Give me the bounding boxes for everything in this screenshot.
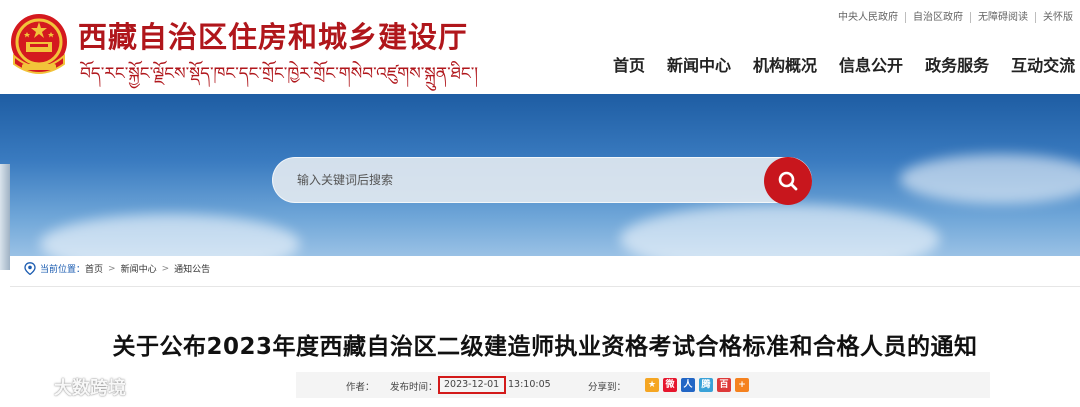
cloud-decoration (900, 154, 1080, 204)
breadcrumb-home[interactable]: 首页 (85, 262, 103, 275)
baidu-icon[interactable]: 百 (717, 378, 731, 392)
share-label: 分享到： (588, 382, 627, 393)
nav-item-news-center[interactable]: 新闻中心 (667, 52, 731, 76)
national-emblem-icon (11, 14, 67, 74)
watermark: 大数跨境 (10, 374, 126, 400)
nav-item-info-disclosure[interactable]: 信息公开 (839, 52, 903, 76)
tencent-weibo-icon[interactable]: 腾 (699, 378, 713, 392)
top-link-central-government[interactable]: 中央人民政府 (831, 12, 905, 23)
article-content: 当前位置： 首页 > 新闻中心 > 通知公告 关于公布2023年度西藏自治区二级… (10, 256, 1080, 407)
site-title: 西藏自治区住房和城乡建设厅 (78, 20, 469, 54)
location-pin-icon (24, 262, 36, 275)
nav-item-home[interactable]: 首页 (613, 52, 645, 76)
top-links: 中央人民政府 自治区政府 无障碍阅读 关怀版 (831, 10, 1080, 24)
breadcrumb-separator: > (161, 263, 170, 274)
divider (10, 286, 1080, 287)
building-decoration (0, 164, 10, 270)
sky-banner (0, 94, 1080, 270)
breadcrumb-notices[interactable]: 通知公告 (174, 262, 210, 275)
author-label: 作者： (346, 382, 375, 393)
breadcrumb-separator: > (108, 263, 116, 274)
top-link-regional-government[interactable]: 自治区政府 (905, 11, 970, 23)
watermark-logo-icon (10, 378, 49, 396)
site-header: 西藏自治区住房和城乡建设厅 བོད་རང་སྐྱོང་ལྗོངས་སྡོད་ཁང… (0, 0, 1080, 94)
breadcrumb-news-center[interactable]: 新闻中心 (121, 262, 157, 275)
weibo-icon[interactable]: 微 (663, 378, 677, 392)
share-buttons: ★ 微 人 腾 百 + (645, 378, 749, 392)
article-meta: 作者： 发布时间： 2023-12-01 13:10:05 分享到： ★ 微 人… (296, 372, 990, 398)
search-icon (778, 171, 798, 191)
breadcrumb-label: 当前位置： (40, 265, 86, 275)
breadcrumb: 当前位置： 首页 > 新闻中心 > 通知公告 (24, 262, 210, 275)
nav-item-gov-services[interactable]: 政务服务 (925, 52, 989, 76)
nav-item-organization[interactable]: 机构概况 (753, 52, 817, 76)
top-link-accessible-reading[interactable]: 无障碍阅读 (970, 11, 1035, 23)
publish-time: 13:10:05 (508, 379, 551, 390)
more-share-icon[interactable]: + (735, 378, 749, 392)
nav-item-interaction[interactable]: 互动交流 (1011, 52, 1075, 76)
top-link-elderly-version[interactable]: 关怀版 (1035, 11, 1080, 23)
main-nav: 首页 新闻中心 机构概况 信息公开 政务服务 互动交流 (602, 52, 1080, 76)
publish-label: 发布时间： (390, 382, 438, 393)
qzone-icon[interactable]: ★ (645, 378, 659, 392)
search-bar (272, 157, 812, 205)
search-button[interactable] (764, 157, 812, 205)
article-title: 关于公布2023年度西藏自治区二级建造师执业资格考试合格标准和合格人员的通知 (112, 334, 978, 360)
date-highlight-box (438, 376, 506, 394)
renren-icon[interactable]: 人 (681, 378, 695, 392)
watermark-text: 大数跨境 (54, 378, 126, 399)
search-input[interactable] (297, 158, 757, 202)
